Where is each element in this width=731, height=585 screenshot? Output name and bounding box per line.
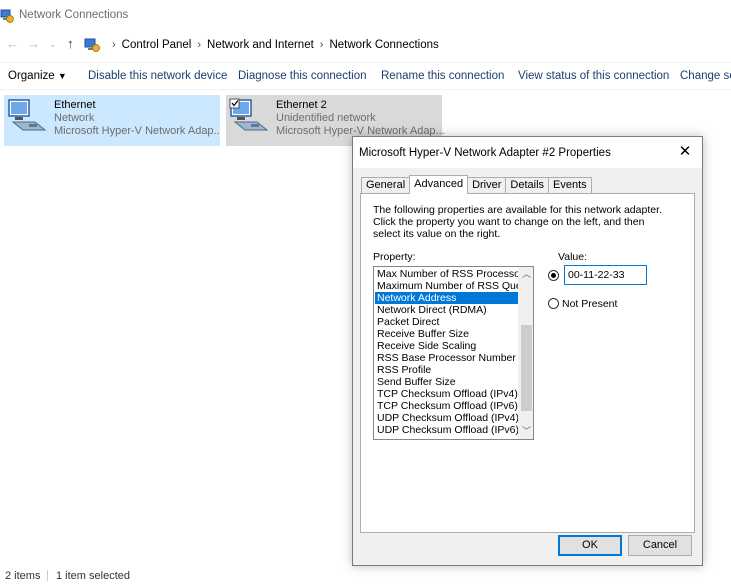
property-list-item[interactable]: Send Buffer Size bbox=[375, 376, 519, 388]
network-adapter-icon bbox=[229, 98, 269, 131]
property-list-item[interactable]: Network Address bbox=[375, 292, 519, 304]
network-address-value-input[interactable] bbox=[564, 265, 647, 285]
breadcrumb: › Control Panel › Network and Internet ›… bbox=[106, 39, 439, 51]
network-connections-icon bbox=[0, 9, 14, 23]
cancel-button[interactable]: Cancel bbox=[628, 535, 692, 556]
property-list-item[interactable]: Max Number of RSS Processors bbox=[375, 268, 529, 280]
property-list-item[interactable]: Maximum Number of RSS Queues bbox=[375, 280, 533, 292]
window-titlebar: Network Connections bbox=[0, 0, 731, 32]
breadcrumb-network-and-internet[interactable]: Network and Internet bbox=[207, 39, 314, 51]
adapter-status: Network bbox=[54, 112, 95, 124]
property-list: Max Number of RSS Processors Maximum Numb… bbox=[375, 268, 533, 436]
adapter-name: Ethernet 2 bbox=[276, 99, 327, 111]
breadcrumb-separator-icon: › bbox=[319, 39, 324, 51]
property-scrollbar[interactable]: ︿ ﹀ bbox=[518, 267, 533, 439]
adapter-status: Unidentified network bbox=[276, 112, 376, 124]
tab-advanced[interactable]: Advanced bbox=[409, 175, 469, 194]
forward-arrow-icon[interactable]: → bbox=[27, 36, 40, 51]
ok-button[interactable]: OK bbox=[558, 535, 622, 556]
organize-label: Organize bbox=[8, 70, 55, 82]
network-adapter-icon bbox=[8, 99, 47, 131]
close-icon[interactable]: ✕ bbox=[676, 143, 694, 161]
advanced-description: The following properties are available f… bbox=[373, 204, 662, 240]
property-list-item[interactable]: UDP Checksum Offload (IPv6) bbox=[375, 424, 519, 436]
property-list-item[interactable]: Receive Side Scaling bbox=[375, 340, 519, 352]
property-list-item[interactable]: TCP Checksum Offload (IPv6) bbox=[375, 400, 519, 412]
property-list-item[interactable]: Network Direct (RDMA) bbox=[375, 304, 519, 316]
adapter-ethernet[interactable]: Ethernet Network Microsoft Hyper-V Netwo… bbox=[4, 95, 220, 146]
property-list-item[interactable]: TCP Checksum Offload (IPv4) bbox=[375, 388, 519, 400]
tab-general[interactable]: General bbox=[361, 177, 411, 193]
breadcrumb-separator-icon: › bbox=[197, 39, 202, 51]
scroll-up-icon[interactable]: ︿ bbox=[519, 267, 533, 282]
breadcrumb-control-panel[interactable]: Control Panel bbox=[122, 39, 192, 51]
breadcrumb-separator-icon: › bbox=[112, 39, 116, 51]
adapter-text: Ethernet 2 Unidentified network Microsof… bbox=[276, 99, 445, 138]
status-bar: 2 items 1 item selected bbox=[0, 566, 731, 585]
change-settings-button[interactable]: Change set bbox=[680, 70, 731, 82]
advanced-tab-panel: The following properties are available f… bbox=[360, 193, 695, 533]
tab-details[interactable]: Details bbox=[505, 177, 550, 193]
status-divider bbox=[47, 570, 48, 581]
properties-dialog: Microsoft Hyper-V Network Adapter #2 Pro… bbox=[352, 136, 703, 566]
rename-connection-button[interactable]: Rename this connection bbox=[381, 70, 504, 82]
tab-driver[interactable]: Driver bbox=[467, 177, 507, 193]
dialog-tabs: General Advanced Driver Details Events bbox=[361, 175, 592, 194]
value-radio[interactable] bbox=[548, 270, 559, 281]
command-bar: Organize ▼ Disable this network device D… bbox=[0, 62, 731, 90]
up-arrow-icon[interactable]: ↑ bbox=[67, 36, 74, 51]
adapter-device: Microsoft Hyper-V Network Adap... bbox=[54, 125, 220, 137]
property-list-item[interactable]: Packet Direct bbox=[375, 316, 519, 328]
dialog-title: Microsoft Hyper-V Network Adapter #2 Pro… bbox=[359, 147, 611, 159]
organize-button[interactable]: Organize ▼ bbox=[8, 70, 67, 82]
value-label: Value: bbox=[558, 251, 587, 263]
breadcrumb-network-connections[interactable]: Network Connections bbox=[329, 39, 438, 51]
adapter-name: Ethernet bbox=[54, 99, 96, 111]
not-present-radio[interactable] bbox=[548, 298, 559, 309]
address-bar: ← → ⌄ ↑ › Control Panel › Network and In… bbox=[0, 33, 731, 57]
back-arrow-icon[interactable]: ← bbox=[6, 36, 19, 51]
control-panel-icon bbox=[84, 38, 100, 52]
property-listbox[interactable]: Max Number of RSS Processors Maximum Numb… bbox=[373, 266, 534, 440]
window-title: Network Connections bbox=[19, 9, 129, 21]
property-list-item[interactable]: RSS Base Processor Number bbox=[375, 352, 519, 364]
property-label: Property: bbox=[373, 251, 416, 263]
scrollbar-thumb[interactable] bbox=[521, 325, 532, 411]
dropdown-arrow-icon: ▼ bbox=[57, 71, 67, 81]
not-present-label: Not Present bbox=[562, 298, 618, 310]
scroll-down-icon[interactable]: ﹀ bbox=[519, 424, 533, 439]
tab-events[interactable]: Events bbox=[548, 177, 592, 193]
dialog-titlebar: Microsoft Hyper-V Network Adapter #2 Pro… bbox=[353, 137, 702, 168]
property-list-item[interactable]: Receive Buffer Size bbox=[375, 328, 519, 340]
diagnose-connection-button[interactable]: Diagnose this connection bbox=[238, 70, 367, 82]
item-count: 2 items bbox=[5, 570, 41, 582]
disable-device-button[interactable]: Disable this network device bbox=[88, 70, 227, 82]
recent-locations-chevron-icon[interactable]: ⌄ bbox=[49, 39, 57, 50]
property-list-item[interactable]: RSS Profile bbox=[375, 364, 519, 376]
adapter-text: Ethernet Network Microsoft Hyper-V Netwo… bbox=[54, 99, 220, 138]
view-status-button[interactable]: View status of this connection bbox=[518, 70, 669, 82]
selected-count: 1 item selected bbox=[56, 570, 130, 582]
property-list-item[interactable]: UDP Checksum Offload (IPv4) bbox=[375, 412, 519, 424]
